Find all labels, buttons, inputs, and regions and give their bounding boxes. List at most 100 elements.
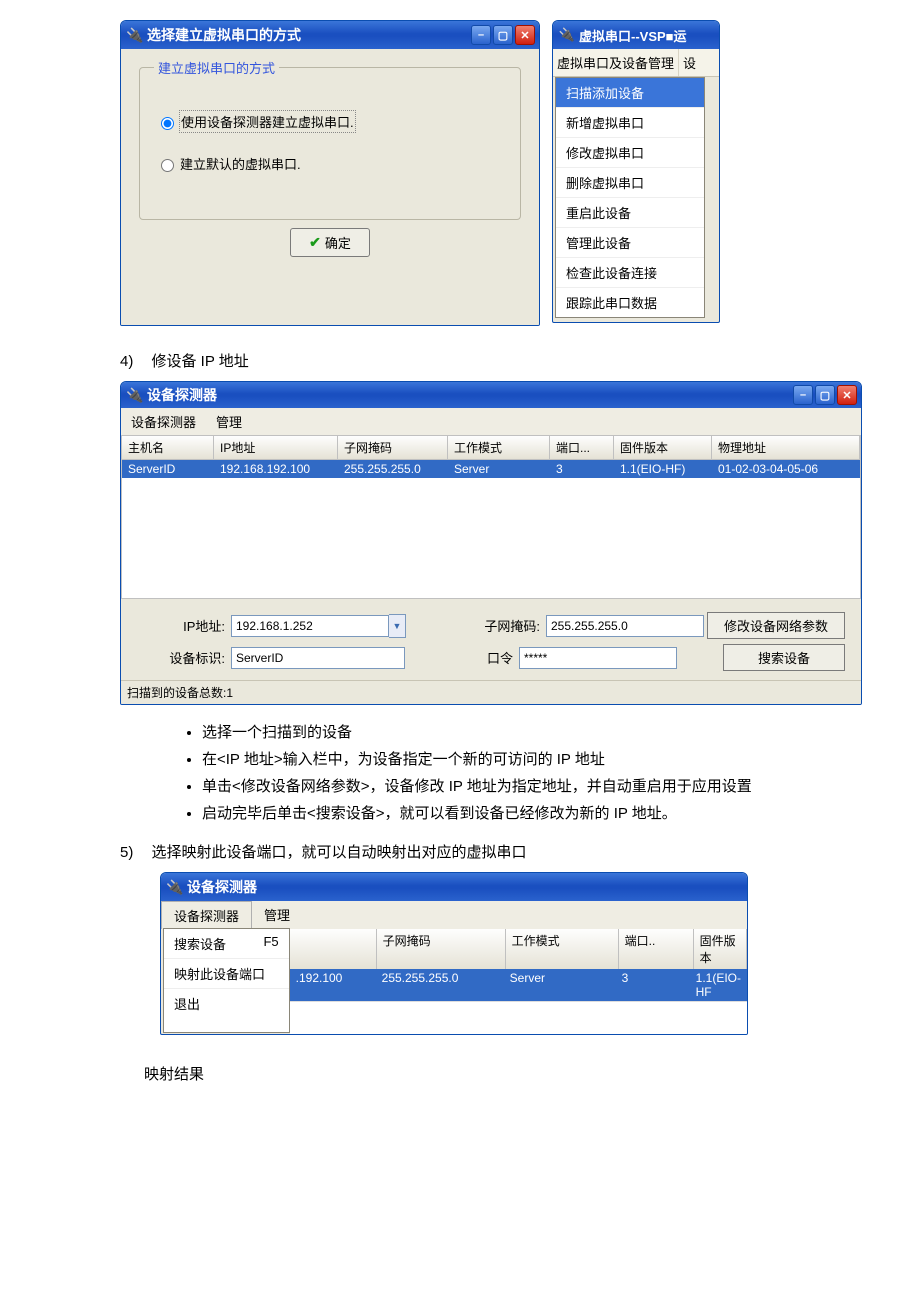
radio-use-detector-input[interactable] xyxy=(161,117,174,130)
table-row[interactable]: .192.100 255.255.255.0 Server 3 1.1(EIO-… xyxy=(290,969,747,1001)
cell-mode: Server xyxy=(504,969,616,1001)
menu-item-modify[interactable]: 修改虚拟串口 xyxy=(556,138,704,168)
deviceid-input[interactable] xyxy=(231,647,405,669)
menu-item-scan[interactable]: 扫描添加设备 xyxy=(556,78,704,108)
cell-firmware: 1.1(EIO-HF) xyxy=(614,460,712,478)
menu-item-exit[interactable]: 退出 xyxy=(164,989,289,1018)
window-title: 虚拟串口--VSP■运 xyxy=(579,26,715,45)
col-port[interactable]: 端口.. xyxy=(619,929,694,969)
menu-item-accel: F5 xyxy=(263,934,278,953)
menu-bar: 设备探测器 管理 xyxy=(121,408,861,435)
label-deviceid: 设备标识: xyxy=(129,648,225,667)
cell-ip: .192.100 xyxy=(290,969,376,1001)
search-device-button[interactable]: 搜索设备 xyxy=(723,644,845,671)
close-button[interactable]: ✕ xyxy=(515,25,535,45)
instruction-list: 选择一个扫描到的设备 在<IP 地址>输入栏中，为设备指定一个新的可访问的 IP… xyxy=(132,719,880,827)
step5-heading: 5) 选择映射此设备端口，就可以自动映射出对应的虚拟串口 xyxy=(120,841,880,862)
group-label: 建立虚拟串口的方式 xyxy=(154,58,279,77)
list-item: 选择一个扫描到的设备 xyxy=(202,719,880,746)
cell-mode: Server xyxy=(448,460,550,478)
step5-text: 选择映射此设备端口，就可以自动映射出对应的虚拟串口 xyxy=(152,844,527,861)
col-mac[interactable]: 物理地址 xyxy=(712,436,860,459)
col-mask[interactable]: 子网掩码 xyxy=(377,929,506,969)
col-ip[interactable]: IP地址 xyxy=(214,436,338,459)
menu-item-add[interactable]: 新增虚拟串口 xyxy=(556,108,704,138)
col-hostname[interactable]: 主机名 xyxy=(122,436,214,459)
col-mask[interactable]: 子网掩码 xyxy=(338,436,448,459)
modify-network-button[interactable]: 修改设备网络参数 xyxy=(707,612,845,639)
password-input[interactable] xyxy=(519,647,677,669)
col-mode[interactable]: 工作模式 xyxy=(506,929,619,969)
step4-text: 修设备 IP 地址 xyxy=(152,353,249,370)
menu-item-delete[interactable]: 删除虚拟串口 xyxy=(556,168,704,198)
titlebar[interactable]: 🔌 虚拟串口--VSP■运 xyxy=(553,21,719,49)
menu-item-label: 映射此设备端口 xyxy=(174,964,265,983)
menu-bar: 设备探测器 管理 xyxy=(161,901,747,929)
titlebar[interactable]: 🔌 设备探测器 – ▢ ✕ xyxy=(121,382,861,408)
app-icon: 🔌 xyxy=(127,27,143,43)
table-blank xyxy=(290,1001,747,1034)
menu-detector[interactable]: 设备探测器 xyxy=(121,408,206,435)
cell-mask: 255.255.255.0 xyxy=(376,969,504,1001)
ok-button[interactable]: ✔ 确定 xyxy=(290,228,370,257)
window-title: 设备探测器 xyxy=(187,877,743,897)
table-row[interactable]: ServerID 192.168.192.100 255.255.255.0 S… xyxy=(122,460,860,478)
form-area: IP地址: ▼ 子网掩码: 修改设备网络参数 设备标识: 口令 搜索设备 xyxy=(121,599,861,680)
col-mode[interactable]: 工作模式 xyxy=(448,436,550,459)
cell-port: 3 xyxy=(550,460,614,478)
window-title: 选择建立虚拟串口的方式 xyxy=(147,25,471,45)
col-firmware[interactable]: 固件版本 xyxy=(694,929,747,969)
menu-manage[interactable]: 管理 xyxy=(252,901,302,929)
step4-heading: 4) 修设备 IP 地址 xyxy=(120,350,880,371)
menu-item-label: 退出 xyxy=(174,994,200,1013)
ip-input[interactable] xyxy=(231,615,389,637)
label-password: 口令 xyxy=(463,648,513,667)
menu-manage[interactable]: 管理 xyxy=(206,408,252,435)
menu-item-check[interactable]: 检查此设备连接 xyxy=(556,258,704,288)
window-title: 设备探测器 xyxy=(147,385,793,405)
radio-use-detector[interactable]: 使用设备探测器建立虚拟串口. xyxy=(156,111,506,132)
menu-item-search[interactable]: 搜索设备 F5 xyxy=(164,929,289,959)
menu-item-map-port[interactable]: 映射此设备端口 xyxy=(164,959,289,989)
list-item: 单击<修改设备网络参数>，设备修改 IP 地址为指定地址，并自动重启用于应用设置 xyxy=(202,773,880,800)
radio-use-detector-label: 使用设备探测器建立虚拟串口. xyxy=(180,111,355,132)
maximize-button[interactable]: ▢ xyxy=(493,25,513,45)
menu-item-trace[interactable]: 跟踪此串口数据 xyxy=(556,288,704,317)
ip-dropdown-button[interactable]: ▼ xyxy=(389,614,406,638)
menu-main[interactable]: 虚拟串口及设备管理 xyxy=(553,49,679,76)
app-icon: 🔌 xyxy=(167,879,183,895)
cell-hostname: ServerID xyxy=(122,460,214,478)
device-table: 子网掩码 工作模式 端口.. 固件版本 .192.100 255.255.255… xyxy=(290,929,747,1034)
dialog-vsp-menu: 🔌 虚拟串口--VSP■运 虚拟串口及设备管理 设 扫描添加设备 新增虚拟串口 … xyxy=(552,20,720,323)
titlebar[interactable]: 🔌 选择建立虚拟串口的方式 – ▢ ✕ xyxy=(121,21,539,49)
method-groupbox: 建立虚拟串口的方式 使用设备探测器建立虚拟串口. 建立默认的虚拟串口. xyxy=(139,67,521,220)
mask-input[interactable] xyxy=(546,615,704,637)
app-icon: 🔌 xyxy=(127,387,143,403)
col-port[interactable]: 端口... xyxy=(550,436,614,459)
col-firmware[interactable]: 固件版本 xyxy=(614,436,712,459)
radio-default[interactable]: 建立默认的虚拟串口. xyxy=(156,154,506,173)
radio-default-label: 建立默认的虚拟串口. xyxy=(180,154,301,173)
cell-ip: 192.168.192.100 xyxy=(214,460,338,478)
minimize-button[interactable]: – xyxy=(793,385,813,405)
titlebar[interactable]: 🔌 设备探测器 xyxy=(161,873,747,901)
menu-item-restart[interactable]: 重启此设备 xyxy=(556,198,704,228)
list-item: 在<IP 地址>输入栏中，为设备指定一个新的可访问的 IP 地址 xyxy=(202,746,880,773)
close-button[interactable]: ✕ xyxy=(837,385,857,405)
menu-right[interactable]: 设 xyxy=(679,49,700,76)
dialog-device-detector-small: 🔌 设备探测器 设备探测器 管理 搜索设备 F5 映射此设备端口 退出 xyxy=(160,872,748,1035)
menu-detector[interactable]: 设备探测器 xyxy=(161,901,252,929)
cell-mask: 255.255.255.0 xyxy=(338,460,448,478)
table-header: 子网掩码 工作模式 端口.. 固件版本 xyxy=(290,929,747,969)
maximize-button[interactable]: ▢ xyxy=(815,385,835,405)
radio-default-input[interactable] xyxy=(161,159,174,172)
dialog-device-detector: 🔌 设备探测器 – ▢ ✕ 设备探测器 管理 主机名 IP地址 子网掩码 工作模… xyxy=(120,381,862,705)
menu-item-manage[interactable]: 管理此设备 xyxy=(556,228,704,258)
dropdown-menu: 扫描添加设备 新增虚拟串口 修改虚拟串口 删除虚拟串口 重启此设备 管理此设备 … xyxy=(555,77,705,318)
ok-button-label: 确定 xyxy=(325,233,351,252)
col-ip-partial[interactable] xyxy=(290,929,377,969)
table-header: 主机名 IP地址 子网掩码 工作模式 端口... 固件版本 物理地址 xyxy=(122,436,860,460)
minimize-button[interactable]: – xyxy=(471,25,491,45)
dropdown-menu: 搜索设备 F5 映射此设备端口 退出 xyxy=(163,928,290,1033)
cell-firmware: 1.1(EIO-HF xyxy=(690,969,747,1001)
